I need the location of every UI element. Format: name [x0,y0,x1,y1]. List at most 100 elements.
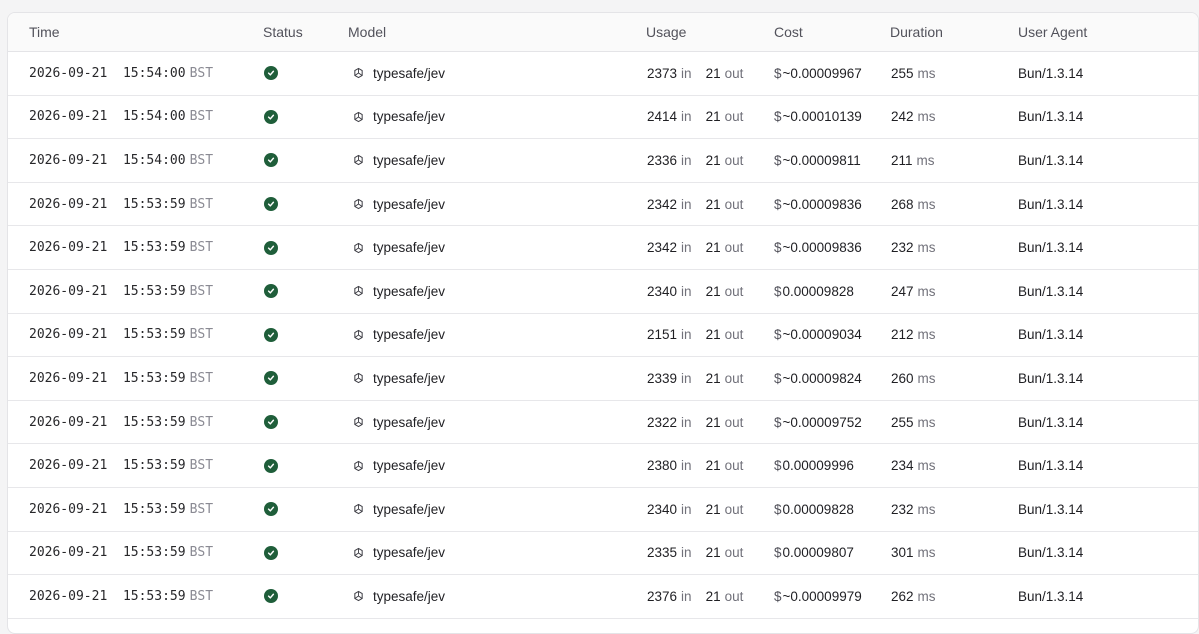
table-row[interactable]: 2026-09-21 15:54:00 BST typesafe/jev 2336… [8,139,1198,183]
user-agent-value: Bun/1.3.14 [1018,109,1084,125]
row-timezone: BST [189,501,214,517]
cost-value: ~0.00009034 [782,327,862,343]
tokens-in-label: in [681,458,692,474]
user-agent-value: Bun/1.3.14 [1018,152,1084,168]
model-cell: typesafe/jev [353,401,445,444]
time-cell: 2026-09-21 15:53:59 BST [29,401,213,444]
row-date: 2026-09-21 [29,588,108,604]
tokens-out: 21 [705,65,721,81]
model-logo-icon [354,416,363,428]
table-row[interactable]: 2026-09-21 15:53:59 BST typesafe/jev 2340… [8,488,1198,532]
table-row[interactable]: 2026-09-21 15:53:59 BST typesafe/jev 2322… [8,401,1198,445]
row-date: 2026-09-21 [29,458,108,474]
success-check-icon [264,327,278,342]
user-agent-cell: Bun/1.3.14 [1018,139,1083,182]
table-row[interactable]: 2026-09-21 15:53:59 BST typesafe/jev 2342… [8,183,1198,227]
time-cell: 2026-09-21 15:54:00 BST [29,139,213,182]
cost-cell: $0.00009807 [774,532,854,575]
status-cell [264,226,278,269]
model-cell: typesafe/jev [353,357,445,400]
tokens-in: 2380 [647,458,678,474]
column-header-user-agent[interactable]: User Agent [1018,24,1087,40]
row-time: 15:53:59 [122,327,186,343]
table-row[interactable]: 2026-09-21 15:53:59 BST typesafe/jev 2335… [8,532,1198,576]
duration-unit: ms [917,588,936,604]
column-header-duration[interactable]: Duration [890,24,943,40]
row-date: 2026-09-21 [29,370,108,386]
status-cell [264,270,278,313]
row-date: 2026-09-21 [29,152,108,168]
tokens-out: 21 [705,458,721,474]
cost-cell: $ ~0.00010139 [774,96,862,139]
model-cell: typesafe/jev [353,314,445,357]
table-body: 2026-09-21 15:54:00 BST typesafe/jev 2373… [8,52,1198,619]
table-row[interactable]: 2026-09-21 15:53:59 BST typesafe/jev 2342… [8,226,1198,270]
success-check-icon [264,109,278,124]
success-check-icon [264,502,278,517]
cost-cell: $ ~0.00009836 [774,183,862,226]
user-agent-value: Bun/1.3.14 [1018,240,1084,256]
user-agent-value: Bun/1.3.14 [1018,588,1084,604]
table-row[interactable]: 2026-09-21 15:53:59 BST typesafe/jev 2339… [8,357,1198,401]
model-logo-icon [354,460,363,471]
success-check-icon [264,66,278,81]
model-name: typesafe/jev [373,196,446,212]
duration-cell: 234 ms [891,444,936,487]
cost-value: ~0.00009811 [782,152,861,168]
success-check-icon [264,458,278,473]
tokens-out: 21 [705,152,721,168]
duration-cell: 268 ms [891,183,936,226]
time-cell: 2026-09-21 15:53:59 BST [29,575,213,618]
time-cell: 2026-09-21 15:53:59 BST [29,270,213,313]
user-agent-cell: Bun/1.3.14 [1018,357,1083,400]
row-date: 2026-09-21 [29,501,108,517]
row-date: 2026-09-21 [29,240,108,256]
tokens-in-label: in [681,65,692,81]
column-header-model[interactable]: Model [348,24,386,40]
currency-symbol: $ [774,327,782,343]
duration-value: 242 [891,109,914,125]
tokens-in: 2414 [647,109,678,125]
row-time: 15:53:59 [122,588,186,604]
tokens-in-label: in [681,327,692,343]
table-row[interactable]: 2026-09-21 15:53:59 BST typesafe/jev 2340… [8,270,1198,314]
model-logo-icon [354,286,363,297]
cost-value: ~0.00009967 [782,65,862,81]
model-cell: typesafe/jev [353,270,445,313]
duration-value: 301 [891,545,914,561]
status-cell [264,488,278,531]
tokens-in-label: in [681,109,692,125]
currency-symbol: $ [774,283,782,299]
tokens-in: 2342 [647,240,678,256]
model-name: typesafe/jev [373,65,446,81]
column-header-cost[interactable]: Cost [774,24,803,40]
tokens-out: 21 [705,196,721,212]
column-header-time[interactable]: Time [29,24,60,40]
usage-cell: 2342 in 21 out [647,183,743,226]
tokens-in: 2342 [647,196,678,212]
table-row[interactable]: 2026-09-21 15:53:59 BST typesafe/jev 2376… [8,575,1198,619]
table-row[interactable]: 2026-09-21 15:54:00 BST typesafe/jev 2414… [8,96,1198,140]
row-timezone: BST [189,240,214,256]
column-header-status[interactable]: Status [263,24,303,40]
model-cell: typesafe/jev [353,183,445,226]
model-name: typesafe/jev [373,152,446,168]
duration-cell: 247 ms [891,270,936,313]
time-cell: 2026-09-21 15:53:59 BST [29,226,213,269]
table-row[interactable]: 2026-09-21 15:54:00 BST typesafe/jev 2373… [8,52,1198,96]
cost-value: 0.00009828 [782,283,854,299]
usage-cell: 2342 in 21 out [647,226,743,269]
column-header-usage[interactable]: Usage [646,24,686,40]
user-agent-cell: Bun/1.3.14 [1018,488,1083,531]
duration-unit: ms [917,458,936,474]
row-time: 15:53:59 [122,501,186,517]
table-row[interactable]: 2026-09-21 15:53:59 BST typesafe/jev 2151… [8,314,1198,358]
model-logo-icon [354,198,363,210]
cost-value: ~0.00009836 [782,196,862,212]
currency-symbol: $ [774,152,782,168]
table-row[interactable]: 2026-09-21 15:53:59 BST typesafe/jev 2380… [8,444,1198,488]
duration-cell: 301 ms [891,532,936,575]
cost-cell: $0.00009828 [774,488,854,531]
success-check-icon [264,240,278,255]
tokens-out-label: out [724,501,744,517]
